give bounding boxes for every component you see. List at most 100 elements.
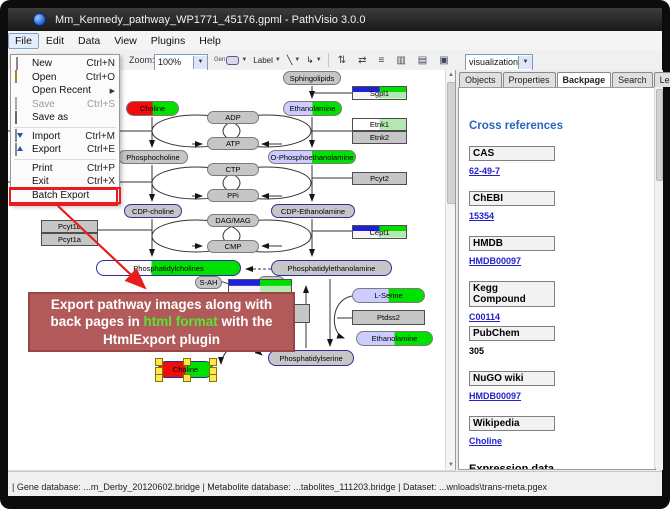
align-center-horizontal-button[interactable]: ⇄ [355, 51, 369, 69]
file-menu-item-print[interactable]: PrintCtrl+P [11, 162, 119, 176]
import-glyph [15, 129, 17, 142]
menu-item-label: Export [32, 144, 81, 155]
selection-handle[interactable] [209, 358, 217, 366]
l-serine-node[interactable]: L-Serine [352, 288, 425, 303]
zoom-dropdown-arrow[interactable]: ▼ [193, 56, 207, 69]
tab-properties[interactable]: Properties [503, 72, 556, 87]
file-menu-item-import[interactable]: ImportCtrl+M [11, 130, 119, 144]
selection-handle[interactable] [209, 374, 217, 382]
file-menu: NewCtrl+NOpenCtrl+OOpen Recent▶Save Ctrl+… [10, 54, 120, 205]
status-bar: | Gene database: ...m_Derby_20120602.bri… [8, 471, 662, 496]
title-bar[interactable]: Mm_Kennedy_pathway_WP1771_45176.gpml - P… [8, 8, 662, 31]
selection-handle[interactable] [155, 358, 163, 366]
selection-handle[interactable] [183, 358, 191, 366]
add-label-button[interactable]: Label▼ [250, 51, 284, 69]
xref-link[interactable]: Choline [469, 436, 649, 446]
phosphatidylserine-node[interactable]: Phosphatidylserine [268, 350, 354, 366]
new-file-icon [14, 58, 28, 70]
visualization-select[interactable]: visualization ▼ [465, 54, 533, 71]
tab-legend[interactable]: Legend [654, 72, 670, 87]
menu-item-label: Save [32, 99, 81, 110]
menu-view[interactable]: View [107, 33, 144, 49]
menu-item-label: Open Recent [32, 85, 104, 96]
menu-edit[interactable]: Edit [39, 33, 71, 49]
selection-handle[interactable] [155, 374, 163, 382]
callout-highlight-text: html format [144, 314, 218, 329]
phosphatidylethanolamine-node[interactable]: Phosphatidylethanolamine [271, 260, 392, 276]
stack-horizontal-icon: ▥ [396, 55, 405, 66]
export-icon [14, 144, 28, 156]
draw-connector-button[interactable]: ↳▼ [303, 51, 325, 69]
callout-text: Export pathway images along with back pa… [36, 296, 287, 349]
distribute-vertical-button[interactable]: ▤ [415, 51, 430, 69]
menu-item-label: New [32, 58, 80, 69]
visualization-dropdown-arrow[interactable]: ▼ [518, 56, 532, 69]
cdp-ethanolamine-node[interactable]: CDP-Ethanolamine [271, 204, 355, 218]
menu-help[interactable]: Help [192, 33, 228, 49]
backpage-scrollbar[interactable] [654, 87, 663, 468]
xref-link[interactable]: HMDB00097 [469, 256, 649, 266]
ethanolamine-node[interactable]: Ethanolamine [283, 101, 342, 116]
cdp-choline-node[interactable]: CDP-choline [124, 204, 182, 218]
menu-item-shortcut: Ctrl+E [87, 144, 115, 155]
file-menu-item-export[interactable]: Export Ctrl+E [11, 143, 119, 157]
draw-line-button[interactable]: ╲▼ [284, 51, 303, 69]
file-menu-item-new[interactable]: NewCtrl+N [11, 57, 119, 71]
stack-horizontal-button[interactable]: ▥ [393, 51, 408, 69]
align-center-vertical-button[interactable]: ⇅ [335, 51, 349, 69]
tab-backpage[interactable]: Backpage [557, 72, 612, 87]
menu-item-shortcut: Ctrl+O [86, 72, 115, 83]
tab-search[interactable]: Search [612, 72, 653, 87]
backpage-scroll-thumb[interactable] [656, 89, 663, 181]
stack-vertical-button[interactable]: ≡ [375, 51, 387, 69]
ppi-node[interactable]: PPi [207, 189, 259, 202]
s-ah-node[interactable]: S-AH [195, 276, 222, 289]
align-center-horizontal-icon: ⇄ [358, 55, 366, 66]
etnk1-node[interactable]: Etnk1 [352, 118, 407, 131]
cept1-node[interactable]: Cept1 [352, 225, 407, 239]
xref-database-name: NuGO wiki [469, 371, 555, 386]
cmp-node[interactable]: CMP [207, 240, 259, 253]
menu-data[interactable]: Data [71, 33, 107, 49]
menu-item-label: Import [32, 131, 79, 142]
adp-node[interactable]: ADP [207, 111, 259, 124]
o-phosphoethanolamine-node[interactable]: O-Phosphoethanolamine [268, 150, 356, 164]
ptdss2-node[interactable]: Ptdss2 [352, 310, 425, 325]
choline-node[interactable]: Choline [126, 101, 179, 116]
etnk2-node[interactable]: Etnk2 [352, 131, 407, 144]
dag-mag-node[interactable]: DAG/MAG [207, 214, 259, 227]
xref-link[interactable]: 15354 [469, 211, 649, 221]
menu-plugins[interactable]: Plugins [144, 33, 192, 49]
menu-file[interactable]: File [8, 33, 39, 49]
ctp-node[interactable]: CTP [207, 163, 259, 176]
xref-database-name: ChEBI [469, 191, 555, 206]
pcyt1a-node[interactable]: Pcyt1a [41, 233, 98, 246]
file-menu-item-save-as[interactable]: Save as [11, 111, 119, 125]
xref-link[interactable]: 62-49-7 [469, 166, 649, 176]
distribute-horizontal-button[interactable]: ▣ [436, 51, 451, 69]
tab-objects[interactable]: Objects [459, 72, 502, 87]
pcyt1b-node[interactable]: Pcyt1b [41, 220, 98, 233]
xref-link[interactable]: C00114 [469, 312, 649, 322]
selection-handle[interactable] [183, 374, 191, 382]
zoom-combobox[interactable]: 100% ▼ [154, 54, 208, 71]
add-datanode-button[interactable]: Gen▼ [211, 51, 250, 69]
xref-database-name: PubChem [469, 326, 555, 341]
file-menu-item-exit[interactable]: ExitCtrl+X [11, 175, 119, 189]
menu-item-shortcut: Ctrl+S [87, 99, 115, 110]
toolbar-separator [328, 53, 329, 67]
pcyt2-node[interactable]: Pcyt2 [352, 172, 407, 185]
xref-link[interactable]: HMDB00097 [469, 391, 649, 401]
sphingolipids-node[interactable]: Sphingolipids [283, 71, 341, 85]
file-menu-item-save[interactable]: Save Ctrl+S [11, 98, 119, 112]
file-menu-item-open-recent[interactable]: Open Recent▶ [11, 84, 119, 98]
cross-references-heading: Cross references [469, 120, 563, 132]
atp-node[interactable]: ATP [207, 137, 259, 150]
sgpl1-node[interactable]: Sgpl1 [352, 86, 407, 100]
file-menu-item-open[interactable]: OpenCtrl+O [11, 71, 119, 85]
phosphatidylcholines-node[interactable]: Phosphatidylcholines [96, 260, 241, 276]
distribute-vertical-icon: ▤ [418, 55, 427, 66]
phosphocholine-node[interactable]: Phosphocholine [118, 150, 188, 164]
ethanolamine-2-node[interactable]: Ethanolamine [356, 331, 433, 346]
xref-section-kegg-compound: Kegg CompoundC00114 [469, 281, 649, 322]
